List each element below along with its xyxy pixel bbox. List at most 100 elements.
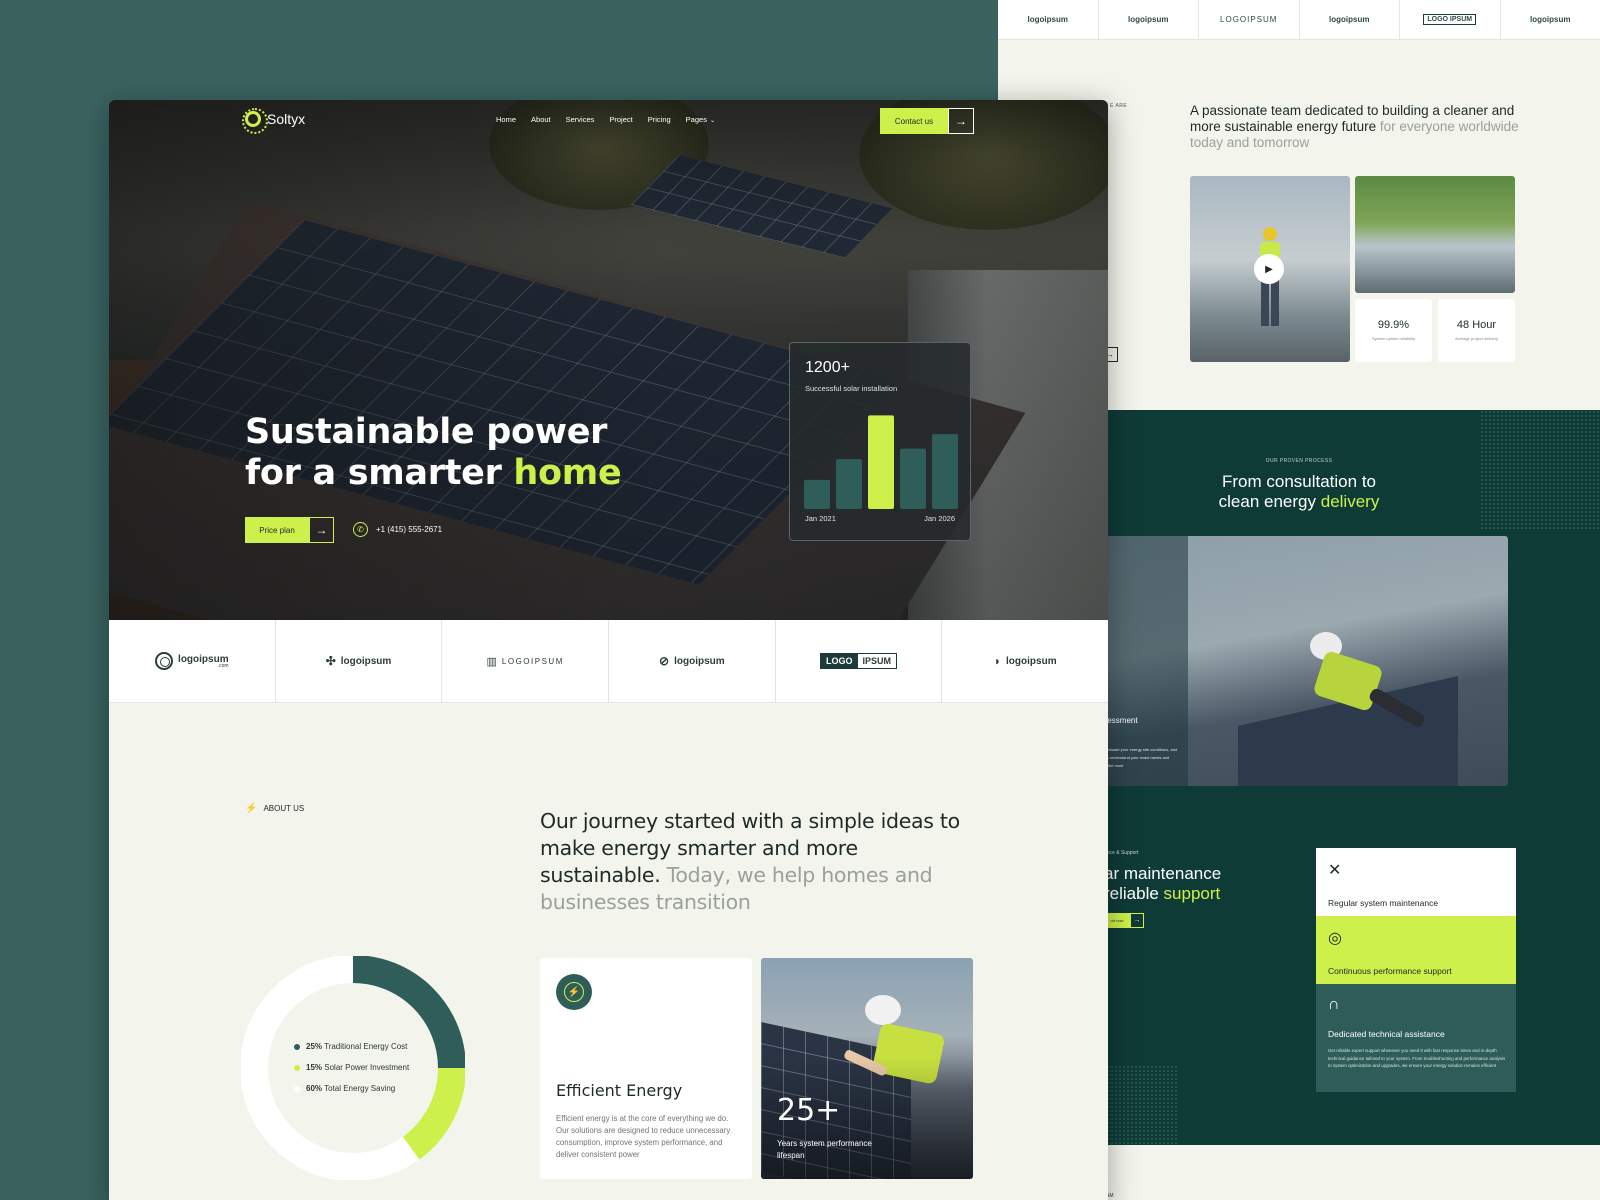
bg-stat-value: 99.9% [1377, 319, 1410, 331]
main-landing-page: Soltyx Home About Services Project Prici… [109, 100, 1108, 1200]
bg-logo: logoipsum [1501, 0, 1600, 39]
nav-item-about[interactable]: About [531, 115, 551, 124]
price-plan-button[interactable]: Price plan → [245, 517, 334, 543]
support-button[interactable]: ort now → [1104, 913, 1144, 928]
dot-pattern [1098, 1065, 1178, 1145]
service-card-maintenance[interactable]: ✕ Regular system maintenance [1316, 848, 1516, 916]
arrow-right-icon: → [309, 517, 334, 543]
about-caption-text: ABOUT US [263, 804, 305, 813]
about-heading: Our journey started with a simple ideas … [540, 808, 980, 916]
phone-icon: ✆ [353, 522, 368, 537]
phone-link[interactable]: ✆ +1 (415) 555-2671 [353, 522, 442, 537]
installations-bar-chart [804, 415, 958, 509]
contact-button-label: Contact us [880, 108, 948, 134]
legend-text: 60% Total Energy Saving [306, 1084, 395, 1093]
partner-logo-strip: logoipsum .com ✣ logoipsum ▥ LOGOIPSUM ⊘ … [109, 620, 1108, 703]
donut-legend: 25% Traditional Energy Cost 15% Solar Po… [294, 1042, 409, 1105]
bg-logo: LOGO IPSUM [1400, 0, 1501, 39]
nav-item-services[interactable]: Services [566, 115, 595, 124]
bg-stat-value: 48 Hour [1456, 319, 1497, 331]
bg-stat-card: 99.9% System uptime reliability [1355, 299, 1432, 362]
service-name: Continuous performance support [1328, 966, 1452, 976]
bg-logo: logoipsum [1300, 0, 1400, 39]
bolt-icon: ⚡ [245, 803, 258, 814]
chart-bar [868, 415, 894, 509]
bg-logo-text: logoipsum [1530, 15, 1571, 24]
legend-dot [294, 1085, 300, 1092]
legend-label: Solar Power Investment [324, 1063, 410, 1072]
partner-logo-text-wrap: logoipsum .com [178, 654, 229, 669]
legend-pct: 60% [306, 1084, 323, 1093]
ring-logo-icon [155, 652, 174, 670]
bg-stat-label: System uptime reliability [1371, 336, 1416, 341]
process-photo: rgy essment efully evaluate your energy … [1088, 536, 1508, 786]
support-title-line1: ar maintenance [1104, 864, 1222, 883]
sun-icon [242, 108, 268, 134]
bg-logo-text: logoipsum [1329, 15, 1370, 24]
bg-logo-text: LOGO IPSUM [1423, 14, 1477, 25]
partner-logo-text: LOGOIPSUM [501, 656, 564, 666]
worker-illustration [1238, 632, 1458, 786]
contact-button[interactable]: Contact us → [880, 108, 974, 134]
years-value: 25+ [777, 1093, 841, 1128]
slash-circle-logo-icon: ⊘ [659, 654, 670, 668]
tools-icon: ✕ [1328, 862, 1342, 879]
chevron-down-icon: ⌄ [709, 118, 715, 124]
service-name: Dedicated technical assistance [1328, 1029, 1445, 1039]
years-lifespan-card: 25+ Years system performance lifespan [761, 958, 973, 1179]
process-title-highlight: delivery [1320, 492, 1380, 511]
card-title: Efficient Energy [556, 1081, 683, 1100]
bg-side-caption: E ARE [1110, 103, 1128, 109]
service-card-assistance[interactable]: ∩ Dedicated technical assistance Get rel… [1316, 984, 1516, 1092]
efficient-energy-card[interactable]: ⚡ Efficient Energy Efficient energy is a… [540, 958, 752, 1179]
about-caption: ⚡ ABOUT US [245, 803, 304, 814]
hero-section: Soltyx Home About Services Project Prici… [109, 100, 1108, 620]
bg-logo-text: LOGOIPSUM [1220, 15, 1278, 24]
legend-pct: 15% [306, 1063, 323, 1072]
legend-item: 60% Total Energy Saving [294, 1084, 409, 1093]
legend-pct: 25% [306, 1042, 323, 1051]
bolt-icon: ⚡ [556, 974, 592, 1010]
nav-item-pages[interactable]: Pages ⌄ [686, 115, 715, 124]
service-card-performance[interactable]: ◎ Continuous performance support [1316, 916, 1516, 984]
bg-logo-text: logoipsum [1128, 15, 1169, 24]
nav-item-pricing[interactable]: Pricing [648, 115, 671, 124]
nav-item-pages-label: Pages [685, 115, 707, 124]
stat-label: Successful solar installation [805, 384, 898, 393]
chart-bar [932, 434, 958, 509]
hero-title: Sustainable power for a smarter home [245, 412, 622, 494]
legend-label: Traditional Energy Cost [324, 1042, 408, 1051]
years-caption: Years system performance lifespan [777, 1139, 872, 1160]
chart-bar [804, 479, 830, 509]
service-desc: Get reliable expert support whenever you… [1328, 1048, 1506, 1068]
installations-stat-card: 1200+ Successful solar installation Jan … [789, 342, 971, 541]
play-icon[interactable]: ▶ [1254, 254, 1284, 284]
partner-logo: logoipsum .com [109, 620, 276, 702]
nav-item-project[interactable]: Project [609, 115, 632, 124]
legend-item: 15% Solar Power Investment [294, 1063, 409, 1072]
team-video-thumbnail[interactable]: ▶ [1190, 176, 1350, 362]
partner-logo: LOGO IPSUM [776, 620, 943, 702]
bg-stat-card: 48 Hour Average project delivery [1438, 299, 1515, 362]
partner-logo: ▥ LOGOIPSUM [442, 620, 610, 702]
bolt-ring: ⚡ [564, 982, 584, 1002]
bg-logo-strip: logoipsum logoipsum LOGOIPSUM logoipsum … [998, 0, 1600, 40]
support-title: ar maintenance reliable support [1104, 864, 1221, 904]
nav-item-home[interactable]: Home [496, 115, 516, 124]
partner-logo-text: logoipsum [340, 655, 392, 667]
bg-logo-text: logoipsum [1027, 15, 1068, 24]
partner-logo: ⊘ logoipsum [609, 620, 776, 702]
stat-value: 1200+ [805, 359, 850, 376]
d-logo-icon: ◗ [993, 654, 1002, 668]
service-name: Regular system maintenance [1328, 898, 1439, 908]
headset-icon: ∩ [1328, 996, 1340, 1013]
bg-stat-label: Average project delivery [1455, 336, 1498, 341]
legend-label: Total Energy Saving [324, 1084, 396, 1093]
partner-logo-text: IPSUM [862, 656, 892, 666]
partner-logo: ◗ logoipsum [942, 620, 1108, 702]
process-title-line1: From consultation to [1221, 472, 1376, 491]
legend-text: 15% Solar Power Investment [306, 1063, 409, 1072]
bars-logo-icon: ▥ [486, 655, 497, 668]
brand-logo[interactable]: Soltyx [242, 108, 305, 134]
bg-logo: logoipsum [1099, 0, 1199, 39]
